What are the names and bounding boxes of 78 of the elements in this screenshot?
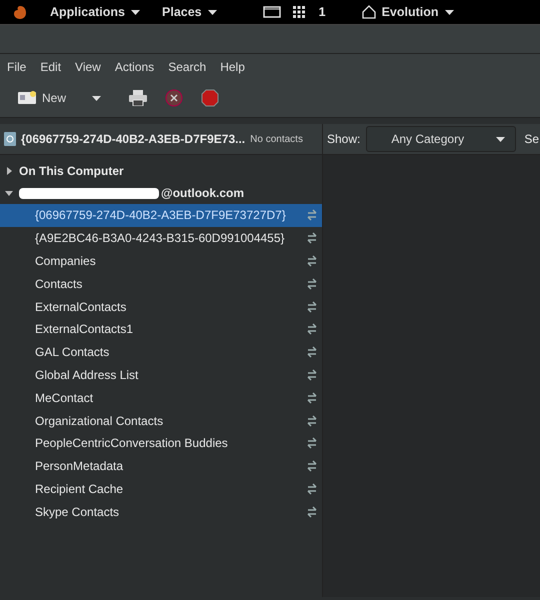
stop-icon[interactable] — [201, 89, 220, 107]
group-label: @outlook.com — [161, 186, 244, 200]
top-menu[interactable]: Places — [162, 5, 202, 19]
workspace-number[interactable]: 1 — [318, 5, 326, 19]
menu-item[interactable]: Edit — [33, 60, 68, 79]
sync-arrows-icon — [306, 232, 318, 244]
printer-icon[interactable] — [129, 90, 148, 106]
sync-arrows-icon — [306, 323, 318, 336]
address-book-item[interactable]: {A9E2BC46-B3A0-4243-B315-60D991004455} — [0, 226, 322, 250]
menu-item[interactable]: View — [68, 60, 108, 79]
grid-icon[interactable] — [292, 6, 305, 18]
address-book-item[interactable]: ExternalContacts — [0, 295, 322, 318]
caret-icon — [496, 136, 506, 142]
sync-arrows-icon — [306, 278, 318, 290]
tree-group[interactable]: On This Computer — [0, 160, 322, 182]
search-label: Se — [524, 132, 540, 146]
sync-arrows-icon — [306, 506, 318, 518]
expanded-arrow-icon[interactable] — [5, 189, 13, 197]
contact-count: No contacts — [250, 134, 303, 144]
item-label: Recipient Cache — [35, 482, 124, 496]
menu-item[interactable]: File — [0, 60, 34, 79]
menu-item[interactable]: Search — [161, 60, 214, 79]
show-label: Show: — [327, 132, 360, 146]
tree-group[interactable]: @outlook.com — [0, 182, 322, 204]
item-label: {06967759-274D-40B2-A3EB-D7F9E73727D7} — [35, 208, 286, 222]
address-book-title: {06967759-274D-40B2-A3EB-D7F9E73... — [21, 132, 246, 146]
new-button[interactable]: New — [18, 91, 66, 105]
group-label: On This Computer — [19, 164, 124, 178]
top-menu[interactable]: Applications — [50, 5, 126, 19]
sync-arrows-icon — [306, 482, 318, 495]
item-label: Global Address List — [35, 368, 138, 382]
address-book-item[interactable]: MeContact — [0, 386, 322, 410]
dropdown-caret-icon — [92, 96, 102, 100]
address-book-item[interactable]: Skype Contacts — [0, 500, 322, 524]
collapsed-arrow-icon[interactable] — [5, 167, 13, 175]
address-book-item[interactable]: Companies — [0, 250, 322, 272]
item-label: Skype Contacts — [35, 504, 120, 519]
sync-arrows-icon — [306, 392, 318, 404]
address-book-item[interactable]: Contacts — [0, 272, 322, 296]
item-label: Companies — [35, 254, 96, 268]
app-menu[interactable]: Evolution — [382, 5, 439, 19]
item-label: PersonMetadata — [35, 459, 124, 474]
item-label: ExternalContacts1 — [35, 322, 134, 336]
item-label: Organizational Contacts — [35, 414, 164, 428]
category-dropdown[interactable]: Any Category — [366, 126, 516, 152]
address-book-icon — [4, 132, 16, 146]
address-book-item[interactable]: Recipient Cache — [0, 478, 322, 500]
item-label: ExternalContacts — [35, 300, 126, 314]
item-label: MeContact — [35, 390, 94, 405]
sync-arrows-icon — [306, 460, 318, 472]
address-book-item[interactable]: PeopleCentricConversation Buddies — [0, 432, 322, 455]
caret-icon — [444, 10, 454, 14]
sync-arrows-icon — [306, 346, 318, 358]
caret-icon — [208, 10, 217, 14]
sync-arrows-icon — [306, 300, 318, 313]
caret-icon — [131, 10, 140, 14]
menu-item[interactable]: Actions — [108, 60, 162, 79]
sync-arrows-icon — [306, 209, 318, 222]
item-label: GAL Contacts — [35, 345, 110, 360]
sync-arrows-icon — [306, 414, 318, 427]
address-book-item[interactable]: PersonMetadata — [0, 454, 322, 478]
sync-arrows-icon — [306, 254, 318, 267]
address-book-item[interactable]: {06967759-274D-40B2-A3EB-D7F9E73727D7} — [0, 204, 322, 227]
item-label: Contacts — [35, 276, 82, 291]
address-book-item[interactable]: Organizational Contacts — [0, 409, 322, 432]
address-book-item[interactable]: Global Address List — [0, 364, 322, 386]
item-label: {A9E2BC46-B3A0-4243-B315-60D991004455} — [35, 231, 285, 246]
contact-card-icon — [18, 91, 36, 105]
house-icon — [362, 5, 376, 19]
item-label: PeopleCentricConversation Buddies — [35, 436, 228, 450]
menu-item[interactable]: Help — [213, 60, 252, 79]
window-icon[interactable] — [262, 6, 281, 18]
foot-logo-icon[interactable] — [12, 4, 28, 20]
address-book-item[interactable]: GAL Contacts — [0, 340, 322, 364]
address-book-item[interactable]: ExternalContacts1 — [0, 318, 322, 341]
sync-arrows-icon — [306, 368, 318, 381]
sync-arrows-icon — [306, 437, 318, 450]
cancel-icon[interactable] — [165, 89, 184, 107]
